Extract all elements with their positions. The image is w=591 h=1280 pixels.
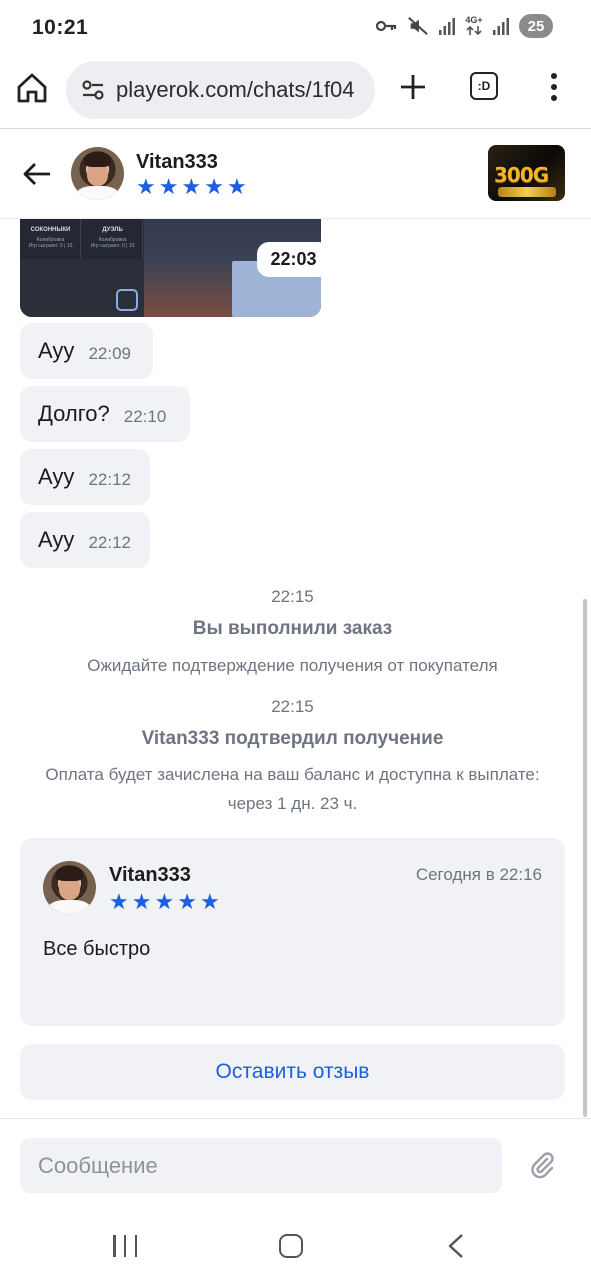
home-icon[interactable] xyxy=(14,70,50,106)
system-nav-bar xyxy=(0,1210,591,1280)
star-icon: ★ xyxy=(131,889,152,914)
star-icon: ★ xyxy=(199,889,220,914)
scrollbar[interactable] xyxy=(583,599,587,1117)
browser-toolbar: playerok.com/chats/1f04 :D xyxy=(0,56,591,128)
avatar[interactable] xyxy=(71,147,124,200)
message-bubble[interactable]: Ауу 22:12 xyxy=(20,512,150,568)
message-input[interactable] xyxy=(20,1138,502,1193)
message-bubble[interactable]: Ауу 22:12 xyxy=(20,449,150,505)
product-thumbnail-label: 300G xyxy=(494,163,549,187)
attach-icon[interactable] xyxy=(527,1150,557,1180)
system-description: Оплата будет зачислена на ваш баланс и д… xyxy=(45,765,540,813)
status-icons: 4G+ 25 xyxy=(374,14,553,38)
message-bubble[interactable]: Ауу 22:09 xyxy=(20,323,153,379)
message-text: Ауу xyxy=(38,464,75,489)
image-caption: ДУЭЛЬ xyxy=(102,227,123,233)
message-time: 22:10 xyxy=(123,407,167,426)
star-icon: ★ xyxy=(177,889,197,914)
scan-icon xyxy=(116,289,138,311)
back-arrow-icon[interactable] xyxy=(20,157,54,191)
message-text: Долго? xyxy=(38,401,110,426)
image-caption-sub: Колибровка Игр сыграно: 0 | 10 xyxy=(28,237,73,249)
star-icon: ★ xyxy=(109,889,129,914)
chat-messages[interactable]: СОКОННЫКИ Колибровка Игр сыграно: 0 | 10… xyxy=(0,219,591,1119)
leave-review-button[interactable]: Оставить отзыв xyxy=(20,1044,565,1100)
mute-icon xyxy=(408,17,428,35)
input-divider xyxy=(0,1118,591,1119)
contact-name[interactable]: Vitan333 xyxy=(136,151,218,174)
url-text: playerok.com/chats/1f04 xyxy=(116,77,355,102)
review-card: Vitan333 ★ ★ ★ ★ ★ Сегодня в 22:16 Все б… xyxy=(20,838,565,1026)
image-caption: СОКОННЫКИ xyxy=(30,227,71,233)
rating-stars: ★ ★ ★ ★ ★ xyxy=(136,176,247,198)
site-settings-icon[interactable] xyxy=(80,77,106,103)
message-time: 22:12 xyxy=(88,470,131,489)
image-timestamp: 22:03 xyxy=(257,242,321,277)
signal-icon xyxy=(439,18,455,35)
image-caption-sub: Колибровка Игр сыграно: 0 | 10 xyxy=(90,237,135,249)
message-bubble[interactable]: Долго? 22:10 xyxy=(20,386,190,442)
back-nav-icon[interactable] xyxy=(444,1232,468,1260)
tab-switcher-icon[interactable]: :D xyxy=(470,72,498,100)
image-message[interactable]: СОКОННЫКИ Колибровка Игр сыграно: 0 | 10… xyxy=(20,219,321,317)
battery-icon: 25 xyxy=(519,14,553,38)
product-thumbnail[interactable]: 300G xyxy=(488,145,565,201)
message-text: Ауу xyxy=(38,527,75,552)
more-vert-icon[interactable] xyxy=(542,70,566,104)
star-icon: ★ xyxy=(136,174,156,199)
status-time: 10:21 xyxy=(32,16,89,39)
chat-header: Vitan333 ★ ★ ★ ★ ★ 300G xyxy=(0,129,591,219)
message-text: Ауу xyxy=(38,338,75,363)
system-description: Ожидайте подтверждение получения от поку… xyxy=(87,656,498,675)
avatar[interactable] xyxy=(43,861,96,914)
review-date: Сегодня в 22:16 xyxy=(415,865,542,884)
system-time: 22:15 xyxy=(271,587,314,606)
system-title: Вы выполнили заказ xyxy=(192,618,393,639)
signal-icon xyxy=(493,18,509,35)
key-icon xyxy=(375,20,397,32)
star-icon: ★ xyxy=(154,889,175,914)
reviewer-name[interactable]: Vitan333 xyxy=(109,864,191,887)
network-label: 4G+ xyxy=(465,15,483,25)
system-time: 22:15 xyxy=(271,697,314,716)
star-icon: ★ xyxy=(226,174,247,199)
star-icon: ★ xyxy=(158,174,179,199)
network-4g-icon: 4G+ xyxy=(465,16,483,36)
review-text: Все быстро xyxy=(43,938,151,960)
system-title: Vitan333 подтвердил получение xyxy=(141,728,444,749)
rating-stars: ★ ★ ★ ★ ★ xyxy=(109,891,220,913)
star-icon: ★ xyxy=(204,174,224,199)
status-bar: 10:21 4G+ 25 xyxy=(0,0,591,56)
recents-icon[interactable] xyxy=(113,1235,137,1257)
home-nav-icon[interactable] xyxy=(279,1234,303,1258)
address-bar[interactable]: playerok.com/chats/1f04 xyxy=(66,61,375,119)
plus-icon[interactable] xyxy=(396,70,430,104)
message-time: 22:09 xyxy=(88,344,131,363)
star-icon: ★ xyxy=(181,174,202,199)
message-time: 22:12 xyxy=(88,533,131,552)
